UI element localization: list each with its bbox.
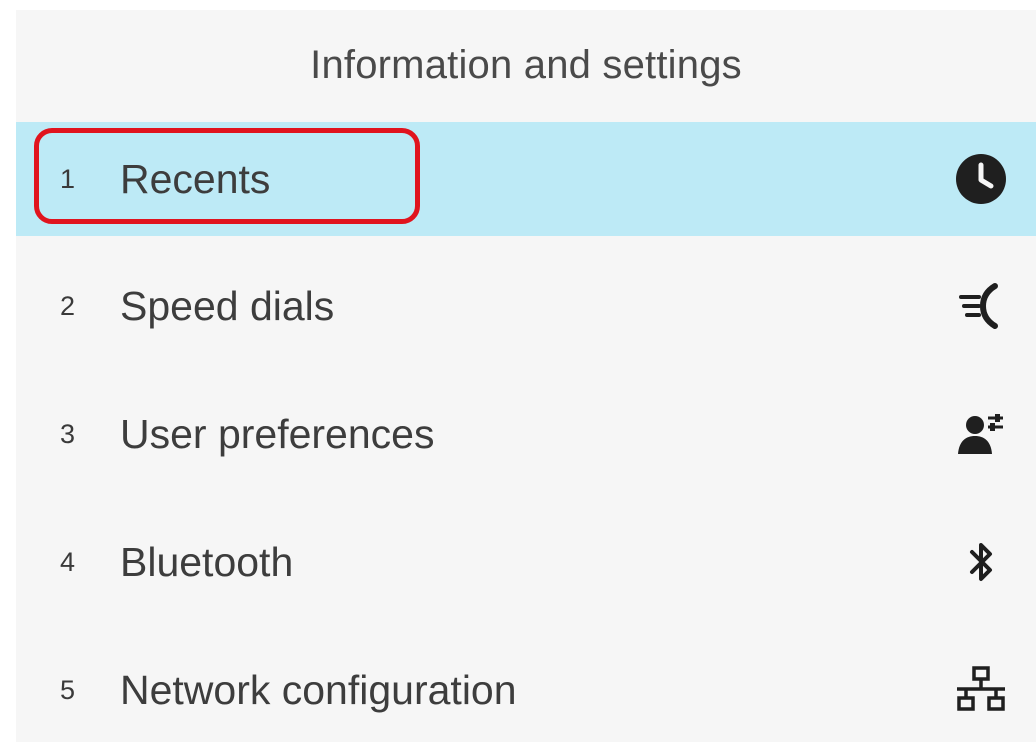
menu-item-network-configuration[interactable]: 5 Network configuration	[16, 626, 1036, 754]
speed-dial-icon	[954, 279, 1008, 333]
settings-menu: 1 Recents 2 Speed dials 3 User preferenc…	[16, 122, 1036, 754]
user-preferences-icon	[954, 407, 1008, 461]
menu-item-label: User preferences	[120, 410, 435, 457]
menu-item-recents[interactable]: 1 Recents	[16, 122, 1036, 236]
menu-item-label: Recents	[120, 155, 271, 202]
menu-item-label: Speed dials	[120, 282, 335, 329]
menu-item-user-preferences[interactable]: 3 User preferences	[16, 370, 1036, 498]
menu-item-speed-dials[interactable]: 2 Speed dials	[16, 242, 1036, 370]
menu-item-number: 5	[60, 674, 76, 705]
network-icon	[954, 663, 1008, 717]
bluetooth-icon	[954, 535, 1008, 589]
menu-item-bluetooth[interactable]: 4 Bluetooth	[16, 498, 1036, 626]
menu-item-number: 3	[60, 418, 76, 449]
page-title: Information and settings	[310, 42, 742, 87]
menu-item-number: 4	[60, 546, 76, 577]
menu-item-number: 2	[60, 290, 76, 321]
clock-icon	[954, 152, 1008, 206]
phone-screen: Information and settings 1 Recents 2 Spe…	[16, 10, 1036, 742]
menu-item-label: Bluetooth	[120, 538, 294, 585]
menu-item-number: 1	[60, 163, 76, 194]
menu-item-label: Network configuration	[120, 666, 517, 713]
